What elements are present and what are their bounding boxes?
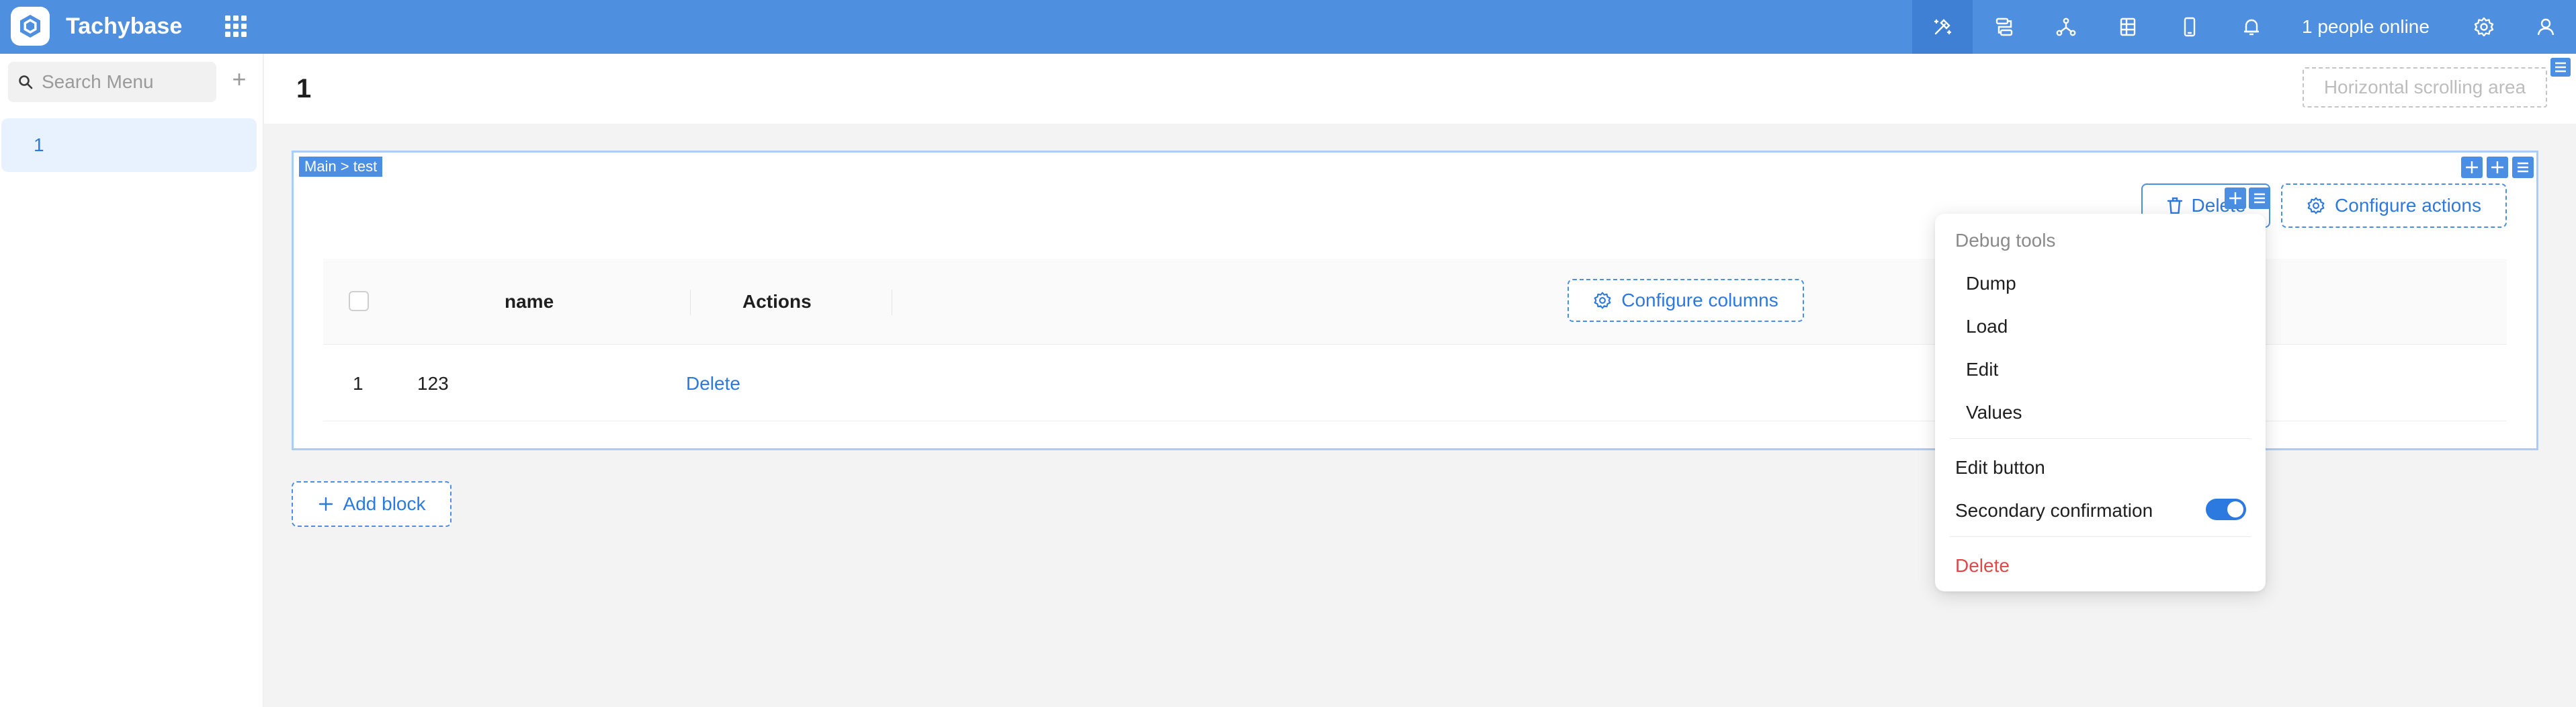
user-icon[interactable] [2516,0,2576,54]
column-divider [690,290,691,315]
menu-item-delete[interactable]: Delete [1955,552,2010,579]
configure-columns-label: Configure columns [1621,290,1778,310]
sidebar-item-label: 1 [34,134,44,155]
add-icon[interactable] [2487,157,2508,178]
add-block-button[interactable]: Add block [292,481,452,527]
column-header-actions[interactable]: Actions [742,288,812,315]
action-settings-dropdown: Debug tools Dump Load Edit Values Edit b… [1935,214,2266,591]
configure-columns-button[interactable]: Configure columns [1568,279,1804,322]
gear-icon [1593,291,1612,310]
column-header-name[interactable]: name [505,288,554,315]
brand-name[interactable]: Tachybase [66,11,182,42]
bell-icon[interactable] [2221,0,2282,54]
debug-tools-group-title: Debug tools [1955,230,2056,251]
search-box[interactable] [8,62,216,102]
trash-icon [2166,196,2184,215]
cell-name: 123 [417,373,449,394]
mobile-icon[interactable] [2159,0,2220,54]
horizontal-scrolling-area[interactable]: Horizontal scrolling area [2303,67,2547,108]
add-block-label: Add block [343,493,426,514]
menu-divider [1950,536,2251,537]
sidebar-item-1[interactable]: 1 [1,118,257,172]
page-title: 1 [296,74,312,103]
menu-item-values[interactable]: Values [1966,399,2022,426]
logo-icon [20,15,40,38]
menu-item-dump[interactable]: Dump [1966,270,2016,297]
configure-actions-button[interactable]: Configure actions [2281,183,2507,228]
row-delete-link[interactable]: Delete [686,370,740,397]
page-settings-menu-icon[interactable] [2550,58,2571,77]
block-settings-menu-icon[interactable] [2512,157,2534,178]
menu-divider [1950,438,2251,439]
top-bar: Tachybase 1 people online [0,0,2576,54]
menu-item-secondary-confirmation[interactable]: Secondary confirmation [1955,497,2153,524]
workflow-icon[interactable] [1974,0,2034,54]
action-settings-menu-icon[interactable] [2249,188,2270,209]
menu-item-edit-button[interactable]: Edit button [1955,454,2045,481]
search-icon [17,72,38,92]
sidebar: + 1 [0,54,263,707]
design-mode-icon[interactable] [1912,0,1973,54]
app-logo[interactable] [11,7,50,46]
menu-item-load[interactable]: Load [1966,313,2008,340]
apps-grid-icon[interactable] [222,12,250,40]
plus-icon [318,496,334,512]
row-index: 1 [353,373,363,394]
settings-icon[interactable] [2454,0,2514,54]
secondary-confirmation-toggle[interactable] [2206,499,2246,520]
drag-handle-icon[interactable] [2461,157,2483,178]
block-path-tag: Main > test [299,157,383,177]
online-status[interactable]: 1 people online [2302,13,2430,40]
gear-icon [2307,196,2325,215]
search-input[interactable] [42,71,210,93]
menu-item-edit[interactable]: Edit [1966,356,1998,383]
graph-icon[interactable] [2036,0,2096,54]
select-all-checkbox[interactable] [349,291,369,311]
configure-actions-label: Configure actions [2335,195,2481,216]
action-add-icon[interactable] [2225,188,2246,209]
table-icon[interactable] [2098,0,2158,54]
add-menu-item-button[interactable]: + [226,66,253,93]
toggle-knob [2227,501,2243,517]
page-header: 1 Horizontal scrolling area [264,54,2576,124]
